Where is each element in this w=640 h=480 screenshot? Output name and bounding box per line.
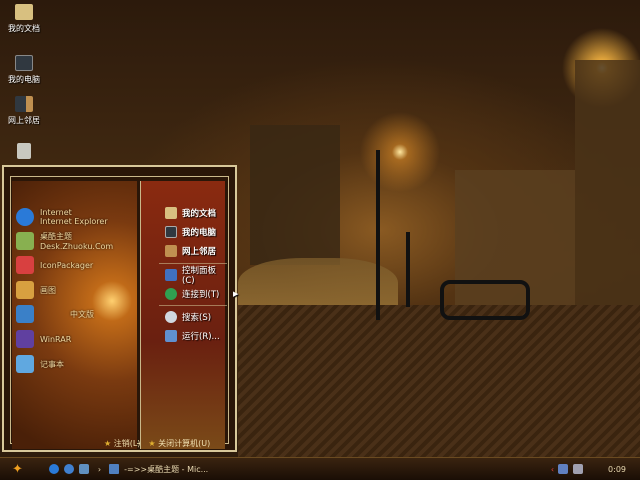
- winrar-icon: [16, 330, 34, 348]
- shutdown-button[interactable]: ★ 关闭计算机(U): [148, 438, 210, 449]
- pavement: [238, 305, 640, 457]
- start-menu-footer: ★ 注销(L) ★ 关闭计算机(U): [104, 438, 210, 449]
- taskbar-button-window[interactable]: -=>>桌酷主题 - Mic...: [109, 464, 208, 475]
- folder-icon: [165, 207, 177, 219]
- bench: [440, 280, 530, 320]
- submenu-arrow-icon: ▶: [233, 290, 239, 298]
- place-my-computer[interactable]: 我的电脑: [165, 224, 216, 240]
- run-icon: [165, 330, 177, 342]
- logoff-button[interactable]: ★ 注销(L): [104, 438, 140, 449]
- tray-collapse-icon[interactable]: ‹: [551, 465, 554, 474]
- volume-icon[interactable]: [573, 464, 584, 474]
- building: [575, 60, 640, 310]
- network-icon: [15, 96, 33, 112]
- zhuoku-icon: [16, 232, 34, 250]
- program-iconpackager[interactable]: IconPackager: [16, 255, 93, 275]
- notepad-icon: [16, 355, 34, 373]
- recycle-bin-icon: [17, 143, 31, 159]
- divider: [159, 305, 227, 306]
- ie-icon[interactable]: [48, 464, 59, 474]
- star-icon: ★: [148, 439, 156, 448]
- start-menu: Internet Internet Explorer 桌酷主题Desk.Zhuok…: [2, 165, 238, 452]
- folder-icon: [15, 4, 33, 20]
- street-lamp: [406, 232, 410, 307]
- network-icon: [165, 245, 177, 257]
- program-notepad[interactable]: 记事本: [16, 354, 64, 374]
- paint-icon: [16, 281, 34, 299]
- desktop-icon-network[interactable]: 网上邻居: [4, 96, 44, 126]
- program-winrar[interactable]: WinRAR: [16, 329, 71, 349]
- computer-icon: [165, 226, 177, 238]
- tray-icon[interactable]: [558, 464, 569, 474]
- place-my-documents[interactable]: 我的文档: [165, 205, 216, 221]
- place-network[interactable]: 网上邻居: [165, 243, 216, 259]
- program-zhuoku[interactable]: 桌酷主题Desk.Zhuoku.Com: [16, 231, 137, 251]
- iconpackager-icon: [16, 256, 34, 274]
- menu-connect-to[interactable]: 连接到(T) ▶: [165, 286, 238, 302]
- menu-search[interactable]: 搜索(S): [165, 309, 211, 325]
- start-button[interactable]: ✦: [12, 462, 23, 477]
- street-lamp: [376, 150, 380, 320]
- program-internet-explorer[interactable]: Internet Internet Explorer: [16, 207, 108, 227]
- globe-icon[interactable]: [63, 464, 74, 474]
- desktop-icon-recycle-bin[interactable]: [4, 143, 44, 162]
- ie-icon: [16, 208, 34, 226]
- taskbar: ✦ › -=>>桌酷主题 - Mic... ‹ 0:09: [0, 457, 640, 480]
- desktop-icon-my-documents[interactable]: 我的文档: [4, 4, 44, 34]
- program-chinese-edition[interactable]: 中文版: [16, 304, 94, 324]
- desktop-icon-my-computer[interactable]: 我的电脑: [4, 55, 44, 85]
- document-icon: [109, 464, 120, 474]
- media-icon[interactable]: [78, 464, 89, 474]
- program-paint[interactable]: 画图: [16, 280, 56, 300]
- building: [250, 125, 340, 265]
- menu-run[interactable]: 运行(R)...: [165, 328, 220, 344]
- clock[interactable]: 0:09: [608, 465, 626, 474]
- app-icon: [16, 305, 34, 323]
- programs-pane: Internet Internet Explorer 桌酷主题Desk.Zhuok…: [12, 181, 137, 449]
- globe-icon: [165, 288, 177, 300]
- menu-control-panel[interactable]: 控制面板(C): [165, 266, 225, 286]
- maple-leaf-icon: ✦: [12, 461, 23, 477]
- star-icon: ★: [104, 439, 112, 448]
- places-pane: 我的文档 我的电脑 网上邻居 控制面板(C) 连接到(T) ▶ 搜索(S) 运行(…: [140, 181, 238, 449]
- control-panel-icon: [165, 269, 177, 281]
- search-icon: [165, 311, 177, 323]
- quick-launch-expand-icon[interactable]: ›: [98, 465, 101, 474]
- computer-icon: [15, 55, 33, 71]
